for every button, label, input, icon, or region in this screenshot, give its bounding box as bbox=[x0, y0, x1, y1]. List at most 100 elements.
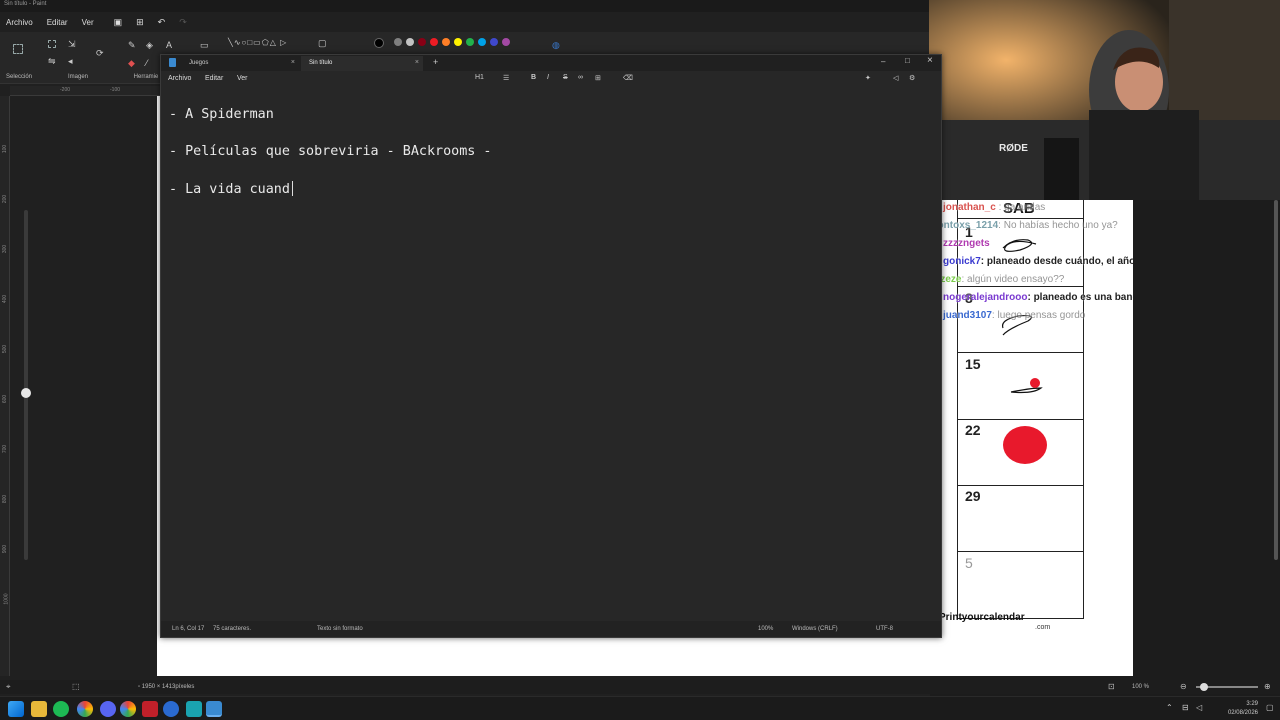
tab-label: Juegos bbox=[189, 60, 209, 66]
list-icon[interactable]: ☰ bbox=[503, 74, 509, 82]
ruler-left-label: 900 bbox=[2, 544, 9, 554]
spotify-icon[interactable] bbox=[53, 701, 69, 717]
color-swatch[interactable] bbox=[418, 38, 426, 46]
notepad-taskbar-icon[interactable] bbox=[206, 701, 222, 717]
color-swatch[interactable] bbox=[406, 38, 414, 46]
maximize-button[interactable]: □ bbox=[905, 56, 910, 65]
save-icon[interactable]: ▣ bbox=[114, 17, 123, 28]
ruler-left: 100 200 300 400 500 600 700 800 900 1000 bbox=[0, 96, 10, 676]
cortana-icon[interactable] bbox=[163, 701, 179, 717]
zoom-slider-knob[interactable] bbox=[1200, 683, 1208, 691]
start-icon[interactable] bbox=[8, 701, 24, 717]
status-position: Ln 6, Col 17 bbox=[172, 626, 205, 632]
ruler-left-label: 100 bbox=[2, 144, 9, 154]
pencil-icon[interactable]: ✎ bbox=[128, 40, 136, 50]
recorder-icon[interactable] bbox=[142, 701, 158, 717]
link-icon[interactable]: ∞ bbox=[578, 74, 583, 81]
text-icon[interactable]: A bbox=[166, 40, 172, 50]
resize-icon[interactable]: ⇲ bbox=[68, 39, 76, 49]
text-caret bbox=[291, 181, 293, 196]
chat-message: jazeze: algún video ensayo?? bbox=[932, 274, 1064, 285]
color1-swatch[interactable] bbox=[374, 38, 384, 48]
tab-label: Sin título bbox=[309, 60, 333, 66]
clear-format-icon[interactable]: ⌫ bbox=[623, 74, 633, 82]
close-button[interactable]: × bbox=[927, 55, 933, 66]
select-icon[interactable] bbox=[13, 44, 23, 54]
notepad-tabbar: Juegos × Sin título × + – □ × bbox=[161, 55, 941, 71]
paint-menu-archivo[interactable]: Archivo bbox=[6, 18, 33, 27]
taskbar-clock[interactable]: 3:29 02/08/2026 bbox=[1228, 700, 1258, 718]
color-swatch[interactable] bbox=[454, 38, 462, 46]
color-swatch[interactable] bbox=[502, 38, 510, 46]
editor-line-text: - Películas que sobreviria - BAckrooms - bbox=[169, 144, 492, 159]
menu-archivo[interactable]: Archivo bbox=[168, 75, 191, 82]
editor-line: - La vida cuand bbox=[169, 181, 929, 218]
file-explorer-icon[interactable] bbox=[31, 701, 47, 717]
eraser-icon[interactable]: ◆ bbox=[128, 58, 135, 68]
color-swatch[interactable] bbox=[490, 38, 498, 46]
notepad-editor[interactable]: - A Spiderman - Películas que sobreviria… bbox=[169, 107, 929, 218]
chat-username: nogeralejandrooo bbox=[943, 292, 1028, 303]
undo-icon[interactable]: ↶ bbox=[158, 17, 166, 28]
network-icon[interactable]: ⊟ bbox=[1182, 703, 1189, 712]
paint-menu-ver[interactable]: Ver bbox=[82, 18, 94, 27]
menu-ver[interactable]: Ver bbox=[237, 75, 248, 82]
zoom-in-icon[interactable]: ⊕ bbox=[1264, 682, 1271, 691]
brush-icon[interactable]: ▭ bbox=[200, 40, 209, 50]
heading-dropdown[interactable]: H1 bbox=[475, 74, 484, 81]
tray-chevron-icon[interactable]: ⌃ bbox=[1166, 703, 1173, 712]
fit-icon[interactable]: ⊡ bbox=[1108, 682, 1115, 691]
chrome-profile-icon[interactable] bbox=[120, 701, 136, 717]
status-line-ending: Windows (CRLF) bbox=[792, 626, 838, 632]
strikethrough-button[interactable]: S bbox=[563, 74, 568, 81]
color-swatch[interactable] bbox=[442, 38, 450, 46]
redo-icon[interactable]: ↷ bbox=[179, 17, 187, 28]
image-dimensions: ▫ 1950 × 1413píxeles bbox=[138, 684, 195, 690]
minimize-button[interactable]: – bbox=[881, 57, 885, 66]
volume-icon[interactable]: ◁ bbox=[1196, 703, 1202, 712]
flip-icon[interactable]: ⇋ bbox=[48, 56, 56, 66]
copilot-icon[interactable]: ✦ bbox=[865, 74, 871, 82]
zoom-level[interactable]: 100 % bbox=[1132, 684, 1149, 690]
tab-close-icon[interactable]: × bbox=[415, 59, 419, 66]
edit-colors-icon[interactable]: ◍ bbox=[552, 40, 560, 50]
ribbon-group-image: ⇲ ⟳ ⇋ ◂ Imagen bbox=[44, 36, 112, 82]
taskbar: ⌃ ⊟ ◁ 3:29 02/08/2026 ▢ bbox=[0, 696, 1280, 720]
scribble bbox=[1010, 387, 1043, 394]
color-swatch[interactable] bbox=[430, 38, 438, 46]
color-swatch[interactable] bbox=[466, 38, 474, 46]
chrome-icon[interactable] bbox=[77, 701, 93, 717]
new-tab-button[interactable]: + bbox=[433, 57, 438, 67]
tab-close-icon[interactable]: × bbox=[291, 59, 295, 66]
bold-button[interactable]: B bbox=[531, 74, 536, 81]
italic-button[interactable]: I bbox=[547, 74, 549, 81]
discord-icon[interactable] bbox=[100, 701, 116, 717]
share-icon[interactable]: ⊞ bbox=[136, 17, 144, 28]
status-format: Texto sin formato bbox=[317, 626, 363, 632]
paint-menubar: Archivo Editar Ver ▣ ⊞ ↶ ↷ bbox=[0, 14, 187, 30]
table-icon[interactable]: ⊞ bbox=[595, 74, 601, 82]
rotate-icon[interactable]: ⟳ bbox=[96, 48, 104, 58]
menu-editar[interactable]: Editar bbox=[205, 75, 223, 82]
brush-size-slider[interactable] bbox=[24, 210, 28, 560]
fill-icon[interactable]: ◈ bbox=[146, 40, 153, 50]
edge-icon[interactable] bbox=[186, 701, 202, 717]
crop-icon[interactable] bbox=[48, 40, 56, 48]
color-pick-icon[interactable]: ◂ bbox=[68, 56, 73, 66]
color-swatch[interactable] bbox=[394, 38, 402, 46]
picker-icon[interactable]: ⁄ bbox=[146, 58, 148, 68]
tab-sin-titulo[interactable]: Sin título × bbox=[301, 56, 423, 71]
color-swatch[interactable] bbox=[478, 38, 486, 46]
notifications-icon[interactable]: ▢ bbox=[1266, 703, 1274, 712]
vertical-scrollbar[interactable] bbox=[1274, 200, 1278, 560]
zoom-out-icon[interactable]: ⊖ bbox=[1180, 682, 1187, 691]
outline-icon[interactable]: ▢ bbox=[318, 38, 327, 48]
settings-icon[interactable]: ⚙ bbox=[909, 74, 915, 82]
shapes-icon[interactable]: ╲∿○□▭⬠△ ▷ bbox=[228, 38, 287, 48]
brush-size-knob[interactable] bbox=[21, 388, 31, 398]
right-background bbox=[1133, 200, 1280, 680]
paint-menu-editar[interactable]: Editar bbox=[47, 18, 68, 27]
tab-juegos[interactable]: Juegos × bbox=[161, 56, 299, 71]
ruler-top-label: -100 bbox=[110, 87, 121, 93]
send-icon[interactable]: ◁ bbox=[893, 74, 898, 82]
